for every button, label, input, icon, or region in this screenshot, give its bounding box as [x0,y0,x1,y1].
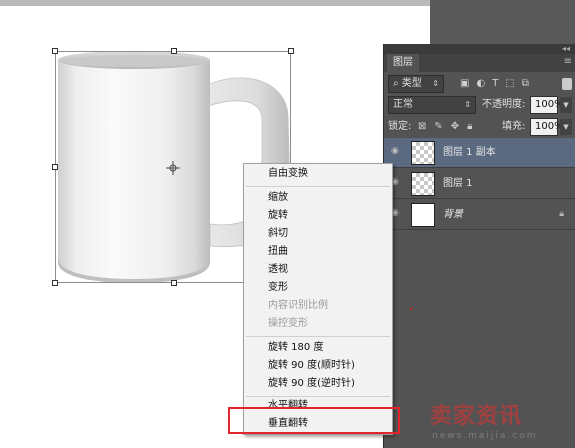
fill-dropdown-icon[interactable]: ▼ [560,119,572,135]
eye-icon[interactable]: ◉ [391,147,401,156]
layer-name: 背景 [443,209,463,220]
panel-title-bar: ◂◂ [384,44,575,54]
shape-filter-icon[interactable]: ⬚ [505,75,514,93]
lock-pixels-icon[interactable]: ✎ [434,118,442,136]
transform-handle-left[interactable] [52,164,58,170]
menu-item-scale[interactable]: 缩放 [268,190,288,206]
filter-kind-label: 类型 [401,78,422,89]
watermark-url: news.maijia.com [432,431,538,441]
menu-item-rotate-90-ccw[interactable]: 旋转 90 度(逆时针) [268,376,355,392]
transform-context-menu: 自由变换 缩放 旋转 斜切 扭曲 透视 变形 内容识别比例 操控变形 旋转 18… [243,163,393,435]
layer-name: 图层 1 副本 [443,147,496,158]
type-filter-icon[interactable]: T [492,75,498,93]
chevron-updown-icon: ⇕ [464,100,471,109]
menu-item-rotate[interactable]: 旋转 [268,208,288,224]
layer-row-copy[interactable]: ◉ 图层 1 副本 [384,138,575,168]
lock-icon: 🔒︎ [559,209,564,219]
layer-thumbnail [411,141,435,165]
layer-name: 图层 1 [443,178,473,189]
menu-item-distort[interactable]: 扭曲 [268,244,288,260]
blend-mode-select[interactable]: 正常 ⇕ [388,96,476,114]
transform-handle-top-left[interactable] [52,48,58,54]
opacity-input[interactable]: 100% [530,96,564,114]
chevron-updown-icon: ⇕ [432,79,439,88]
search-icon: ⌕ [393,78,402,89]
collapse-icon[interactable]: ◂◂ [562,44,570,54]
transform-center-icon[interactable] [166,161,180,175]
layers-panel: ◂◂ 图层 ≡ ⌕ 类型 ⇕ ▣ ◐ T ⬚ ⧉ 正常 ⇕ 不透明度: 100%… [383,44,575,448]
smart-object-filter-icon[interactable]: ⧉ [522,75,529,93]
menu-item-warp[interactable]: 变形 [268,280,288,296]
menu-item-rotate-180[interactable]: 旋转 180 度 [268,340,323,356]
lock-transparency-icon[interactable]: ⊠ [418,118,426,136]
menu-item-content-aware-scale: 内容识别比例 [268,300,328,311]
menu-separator [246,336,390,337]
menu-item-free-transform[interactable]: 自由变换 [268,166,308,182]
lock-label: 锁定: [388,121,412,132]
lock-all-icon[interactable]: 🔒︎ [467,118,472,136]
panel-menu-icon[interactable]: ≡ [564,56,572,67]
layer-row-layer1[interactable]: ◉ 图层 1 [384,169,575,199]
menu-separator [246,186,390,187]
transform-handle-top[interactable] [171,48,177,54]
menu-item-skew[interactable]: 斜切 [268,226,288,242]
fill-input[interactable]: 100% [530,118,564,136]
layer-filter-kind-select[interactable]: ⌕ 类型 ⇕ [388,75,444,93]
layer-thumbnail [411,203,435,227]
tab-layers[interactable]: 图层 [387,54,419,72]
blend-mode-label: 正常 [393,99,413,110]
opacity-dropdown-icon[interactable]: ▼ [560,97,572,113]
menu-item-perspective[interactable]: 透视 [268,262,288,278]
highlight-box [228,407,400,434]
red-dot [410,308,412,310]
transform-handle-bottom-left[interactable] [52,280,58,286]
menu-item-puppet-warp: 操控变形 [268,318,308,329]
filter-toggle-switch[interactable] [562,78,572,90]
adjustment-filter-icon[interactable]: ◐ [476,75,485,93]
layer-thumbnail [411,172,435,196]
transform-handle-top-right[interactable] [288,48,294,54]
transform-handle-bottom[interactable] [171,280,177,286]
opacity-label: 不透明度: [482,99,526,110]
menu-separator [246,396,390,397]
watermark-logo: 卖家资讯 [430,404,523,429]
menu-item-rotate-90-cw[interactable]: 旋转 90 度(顺时针) [268,358,355,374]
fill-label: 填充: [502,121,526,132]
lock-position-icon[interactable]: ✥ [451,118,459,136]
image-filter-icon[interactable]: ▣ [460,75,469,93]
layer-row-background[interactable]: ◉ 背景 🔒︎ [384,200,575,230]
